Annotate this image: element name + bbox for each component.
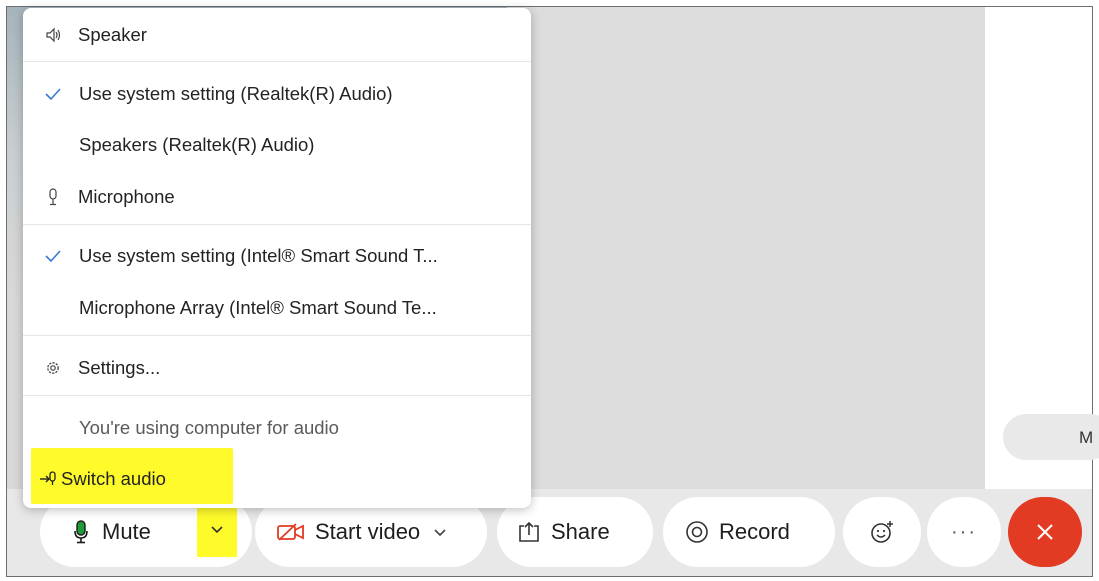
microphone-option-array[interactable]: Microphone Array (Intel® Smart Sound Te.… xyxy=(23,295,531,321)
switch-audio-item[interactable]: Switch audio xyxy=(23,466,531,492)
video-off-icon xyxy=(277,522,305,542)
more-icon: ··· xyxy=(951,520,977,543)
audio-settings-item[interactable]: Settings... xyxy=(23,355,531,381)
speaker-icon xyxy=(44,27,62,43)
microphone-icon xyxy=(44,188,62,206)
divider xyxy=(23,335,531,336)
leave-meeting-button[interactable] xyxy=(1008,497,1082,567)
share-label: Share xyxy=(551,519,610,544)
microphone-option-label: Use system setting (Intel® Smart Sound T… xyxy=(79,245,438,266)
check-icon xyxy=(44,88,62,100)
speaker-option-system[interactable]: Use system setting (Realtek(R) Audio) xyxy=(23,81,531,107)
record-label: Record xyxy=(719,519,790,544)
close-icon xyxy=(1036,523,1054,541)
right-panel-button[interactable]: M xyxy=(1003,414,1099,460)
start-video-label: Start video xyxy=(315,519,421,544)
record-icon xyxy=(685,520,709,544)
check-icon xyxy=(44,250,62,262)
speaker-option-label: Speakers (Realtek(R) Audio) xyxy=(79,134,315,155)
settings-label: Settings... xyxy=(78,357,161,378)
microphone-option-label: Microphone Array (Intel® Smart Sound Te.… xyxy=(79,297,437,318)
divider xyxy=(23,61,531,62)
mute-label: Mute xyxy=(102,519,151,544)
audio-options-dropdown[interactable] xyxy=(197,503,237,557)
more-options-button[interactable]: ··· xyxy=(927,497,1001,567)
audio-options-menu: Speaker Use system setting (Realtek(R) A… xyxy=(23,8,531,508)
divider xyxy=(23,395,531,396)
chevron-down-icon xyxy=(211,526,223,534)
chevron-down-icon[interactable] xyxy=(434,524,446,540)
reactions-button[interactable] xyxy=(843,497,921,567)
speaker-section-header: Speaker xyxy=(23,22,531,48)
right-panel-button-label: M xyxy=(1079,428,1094,447)
switch-audio-label: Switch audio xyxy=(61,468,166,489)
audio-status-text: You're using computer for audio xyxy=(23,415,531,441)
share-icon xyxy=(517,521,541,543)
gear-icon xyxy=(44,360,62,376)
switch-audio-icon xyxy=(39,471,57,487)
record-button[interactable]: Record xyxy=(663,497,835,567)
speaker-header-label: Speaker xyxy=(78,24,147,45)
microphone-section-header: Microphone xyxy=(23,184,531,210)
speaker-option-realtek[interactable]: Speakers (Realtek(R) Audio) xyxy=(23,132,531,158)
speaker-option-label: Use system setting (Realtek(R) Audio) xyxy=(79,83,393,104)
smiley-icon xyxy=(870,520,894,544)
microphone-header-label: Microphone xyxy=(78,186,175,207)
microphone-option-system[interactable]: Use system setting (Intel® Smart Sound T… xyxy=(23,243,531,269)
divider xyxy=(23,224,531,225)
microphone-icon xyxy=(74,520,88,544)
status-label: You're using computer for audio xyxy=(79,417,339,438)
